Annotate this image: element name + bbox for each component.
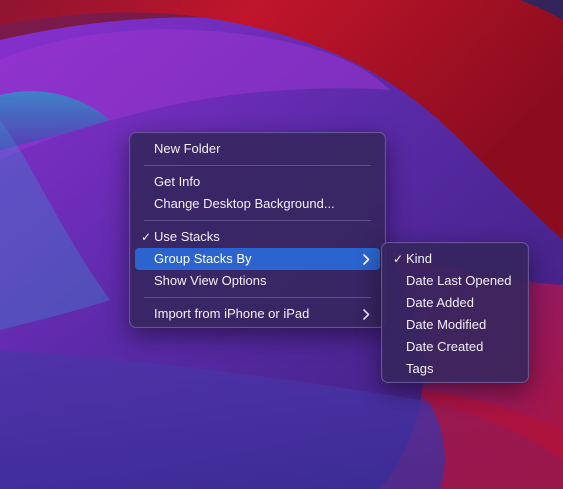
- desktop-context-menu: New Folder Get Info Change Desktop Backg…: [129, 132, 386, 328]
- import-from-iphone-menu-item[interactable]: Import from iPhone or iPad: [135, 303, 380, 325]
- chevron-right-icon: [363, 303, 370, 325]
- menu-separator: [144, 297, 371, 298]
- use-stacks-menu-item[interactable]: ✓ Use Stacks: [135, 226, 380, 248]
- submenu-item-label: Kind: [406, 251, 433, 266]
- menu-separator: [144, 220, 371, 221]
- get-info-label: Get Info: [154, 174, 201, 189]
- submenu-item-label: Date Created: [406, 339, 484, 354]
- submenu-item-date-added[interactable]: Date Added: [387, 292, 523, 314]
- submenu-item-label: Date Added: [406, 295, 474, 310]
- group-stacks-by-menu-item[interactable]: Group Stacks By: [135, 248, 380, 270]
- change-desktop-background-menu-item[interactable]: Change Desktop Background...: [135, 193, 380, 215]
- import-from-iphone-label: Import from iPhone or iPad: [154, 306, 310, 321]
- show-view-options-label: Show View Options: [154, 273, 267, 288]
- group-stacks-by-label: Group Stacks By: [154, 251, 252, 266]
- submenu-item-label: Date Last Opened: [406, 273, 512, 288]
- group-stacks-by-submenu: ✓ Kind Date Last Opened Date Added Date …: [381, 242, 529, 383]
- submenu-item-label: Tags: [406, 361, 434, 376]
- new-folder-label: New Folder: [154, 141, 221, 156]
- submenu-item-date-created[interactable]: Date Created: [387, 336, 523, 358]
- change-desktop-background-label: Change Desktop Background...: [154, 196, 335, 211]
- checkmark-icon: ✓: [392, 252, 404, 266]
- chevron-right-icon: [363, 248, 370, 270]
- submenu-item-date-last-opened[interactable]: Date Last Opened: [387, 270, 523, 292]
- submenu-item-label: Date Modified: [406, 317, 487, 332]
- submenu-item-date-modified[interactable]: Date Modified: [387, 314, 523, 336]
- submenu-item-tags[interactable]: Tags: [387, 358, 523, 380]
- menu-separator: [144, 165, 371, 166]
- use-stacks-label: Use Stacks: [154, 229, 220, 244]
- show-view-options-menu-item[interactable]: Show View Options: [135, 270, 380, 292]
- new-folder-menu-item[interactable]: New Folder: [135, 138, 380, 160]
- get-info-menu-item[interactable]: Get Info: [135, 171, 380, 193]
- checkmark-icon: ✓: [140, 230, 152, 244]
- submenu-item-kind[interactable]: ✓ Kind: [387, 248, 523, 270]
